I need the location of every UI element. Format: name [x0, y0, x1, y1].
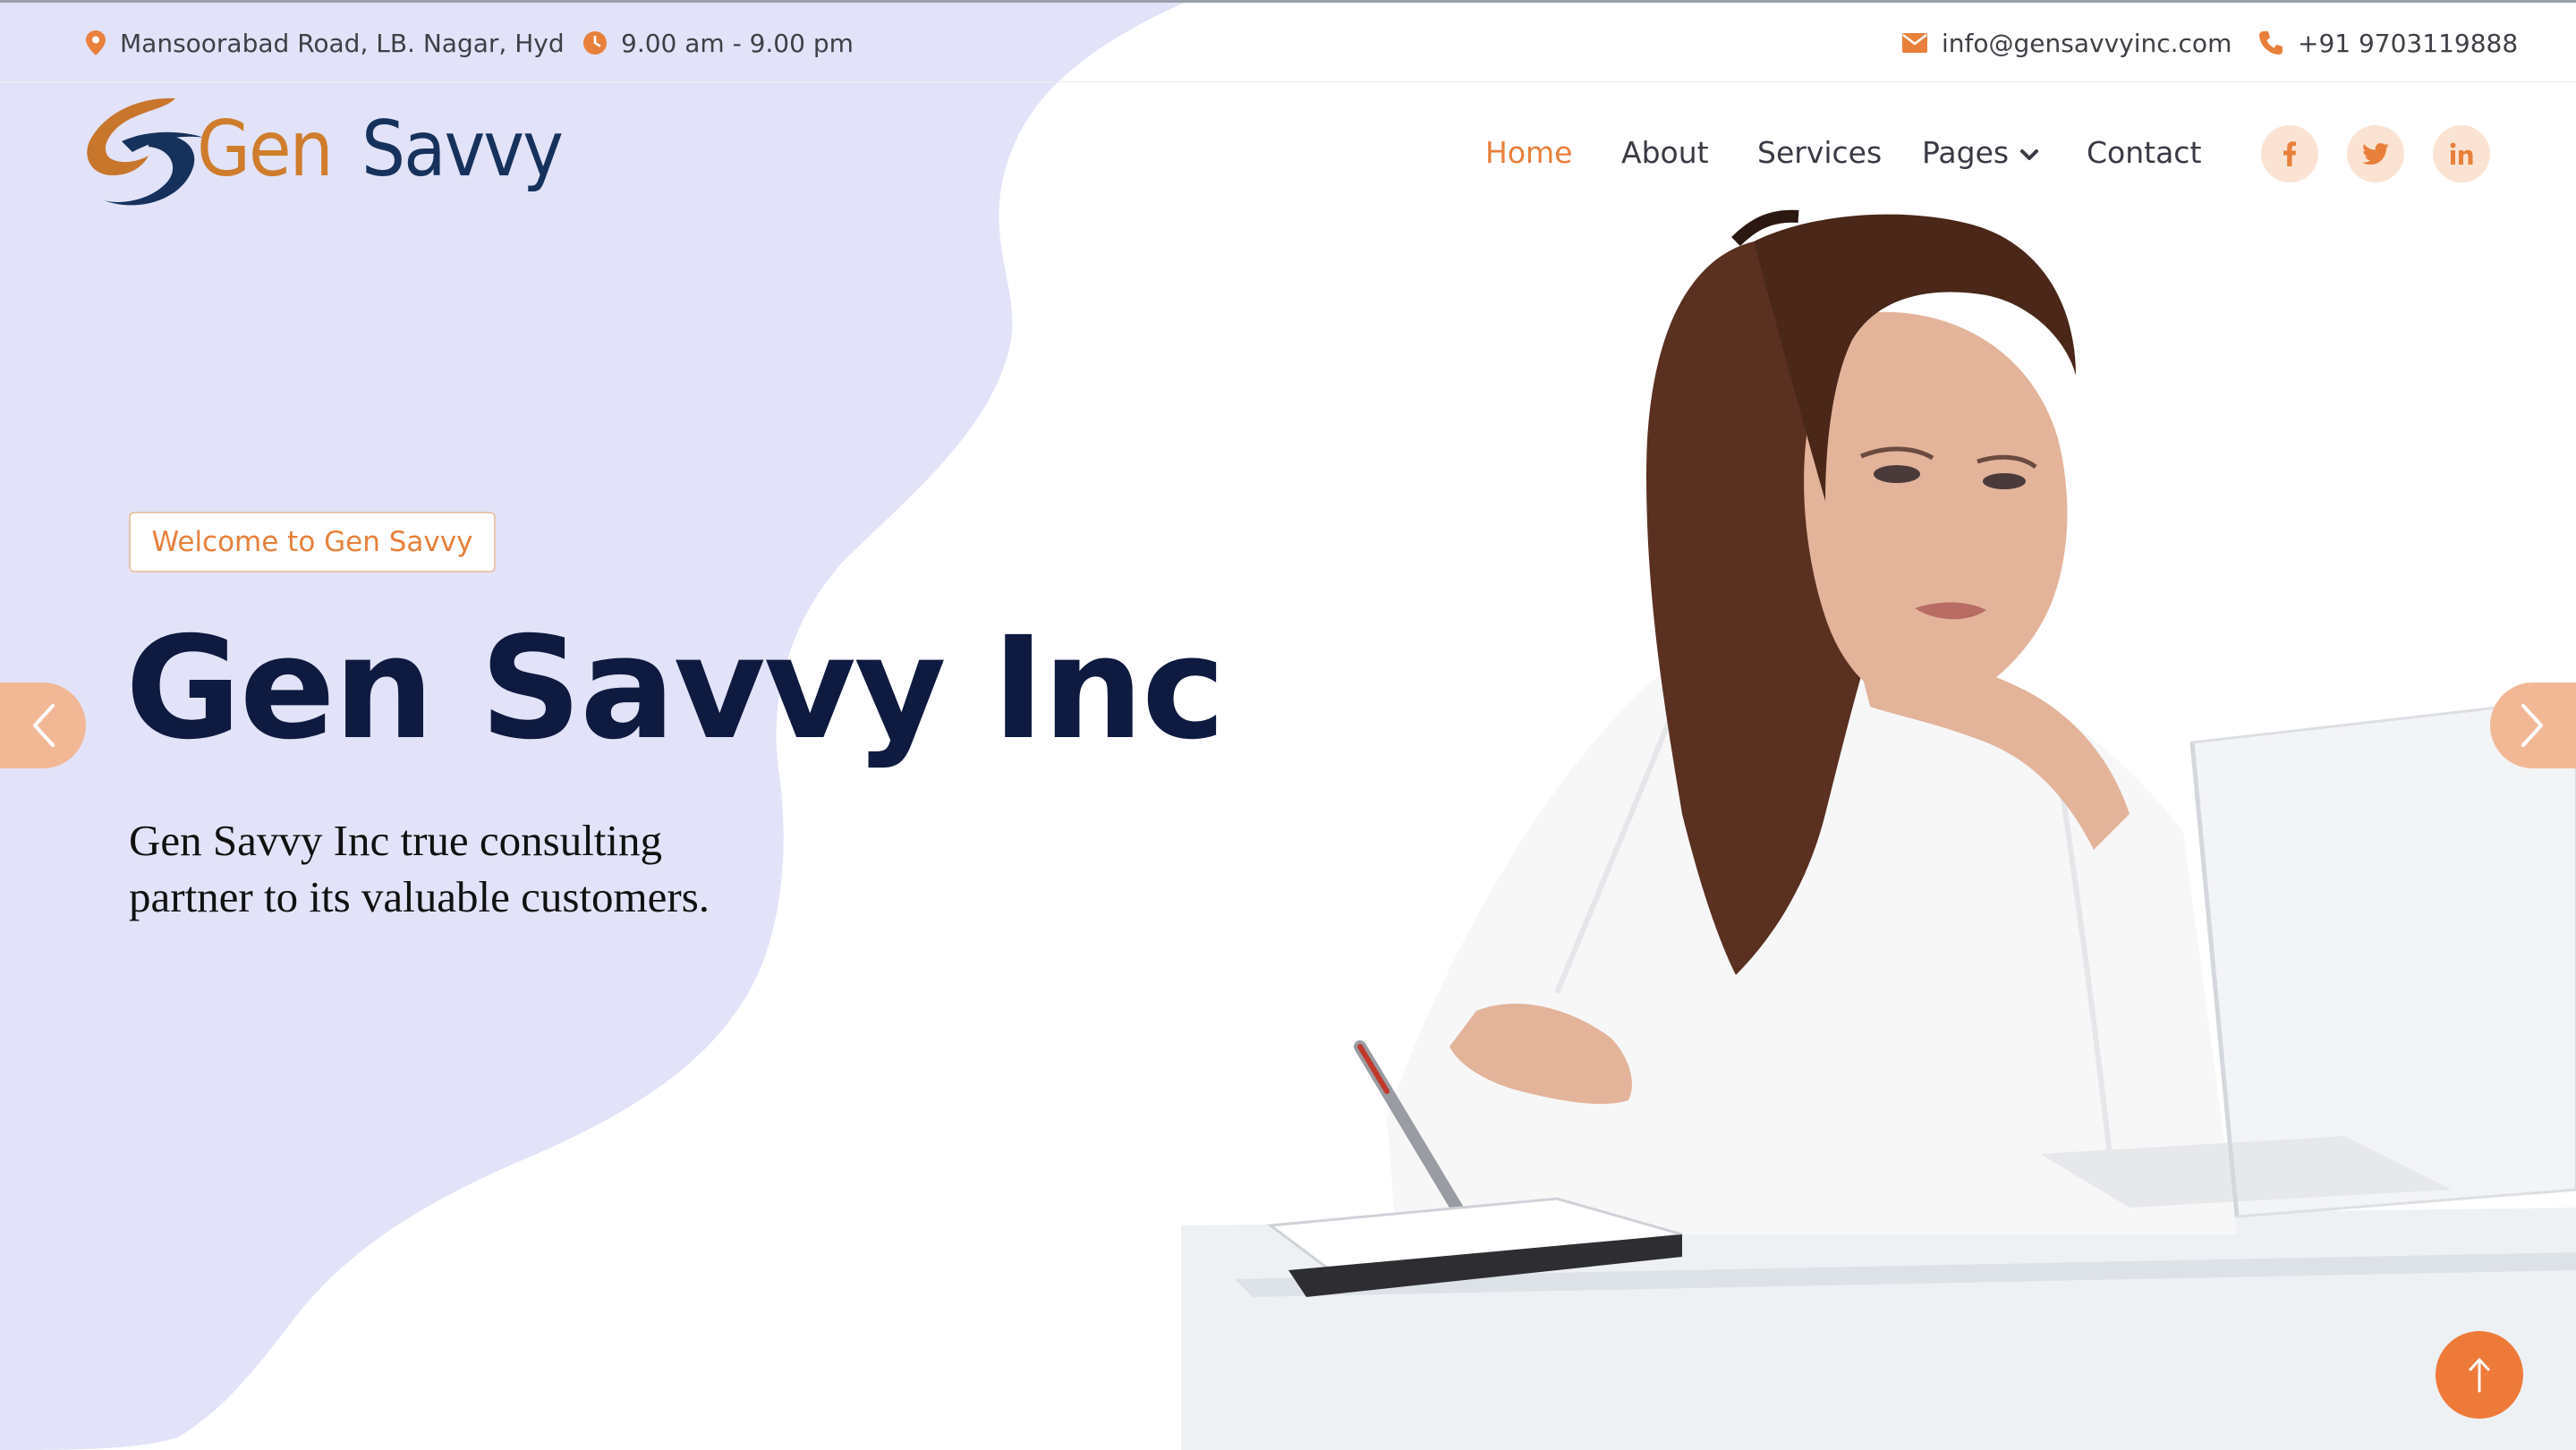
nav-about-label: About — [1621, 134, 1709, 170]
top-info-bar: Mansoorabad Road, LB. Nagar, Hyd 9.00 am… — [0, 0, 2576, 82]
carousel-prev-button[interactable] — [0, 683, 86, 768]
chevron-left-icon — [33, 704, 55, 747]
address-info: Mansoorabad Road, LB. Nagar, Hyd — [86, 25, 565, 61]
address-text: Mansoorabad Road, LB. Nagar, Hyd — [120, 28, 565, 58]
phone-icon — [2259, 31, 2283, 55]
linkedin-button[interactable] — [2433, 125, 2490, 182]
facebook-button[interactable] — [2261, 125, 2318, 182]
hero-woman-photo — [1181, 209, 2576, 1450]
window-top-border — [0, 0, 2576, 3]
hero-subtitle-line-1: Gen Savvy Inc true consulting — [129, 816, 663, 865]
back-to-top-button[interactable] — [2436, 1331, 2523, 1419]
main-nav: Home About Services Pages Contact — [0, 129, 2576, 175]
hours-text: 9.00 am - 9.00 pm — [621, 28, 854, 58]
nav-home[interactable]: Home — [1485, 129, 1572, 175]
nav-contact[interactable]: Contact — [2087, 129, 2201, 175]
arrow-up-icon — [2469, 1358, 2490, 1393]
email-info[interactable]: info@gensavvyinc.com — [1902, 25, 2232, 61]
chevron-right-icon — [2521, 704, 2543, 747]
hours-info: 9.00 am - 9.00 pm — [583, 25, 854, 61]
nav-services[interactable]: Services — [1757, 129, 1882, 175]
phone-info[interactable]: +91 9703119888 — [2258, 25, 2518, 61]
carousel-next-button[interactable] — [2490, 683, 2576, 768]
map-pin-icon — [86, 30, 106, 55]
hero-subtitle: Gen Savvy Inc true consulting partner to… — [129, 812, 773, 925]
nav-about[interactable]: About — [1621, 129, 1709, 175]
welcome-badge-text: Welcome to Gen Savvy — [151, 526, 473, 558]
nav-home-label: Home — [1485, 134, 1573, 170]
chevron-down-icon — [2020, 149, 2039, 160]
twitter-button[interactable] — [2347, 125, 2404, 182]
hero-title: Gen Savvy Inc — [125, 606, 1226, 771]
page: Mansoorabad Road, LB. Nagar, Hyd 9.00 am… — [0, 0, 2576, 1450]
linkedin-icon — [2450, 142, 2473, 165]
clock-icon — [583, 31, 607, 55]
phone-link[interactable]: +91 9703119888 — [2298, 29, 2518, 58]
nav-pages[interactable]: Pages — [1922, 129, 2039, 175]
nav-contact-label: Contact — [2087, 134, 2202, 170]
welcome-badge: Welcome to Gen Savvy — [129, 512, 496, 572]
facebook-icon — [2283, 141, 2297, 166]
twitter-icon — [2362, 143, 2389, 165]
envelope-icon — [1902, 33, 1927, 53]
email-link[interactable]: info@gensavvyinc.com — [1942, 29, 2232, 58]
nav-services-label: Services — [1757, 134, 1883, 170]
nav-pages-label: Pages — [1922, 134, 2010, 170]
hero-subtitle-line-2: partner to its valuable customers. — [129, 872, 710, 921]
